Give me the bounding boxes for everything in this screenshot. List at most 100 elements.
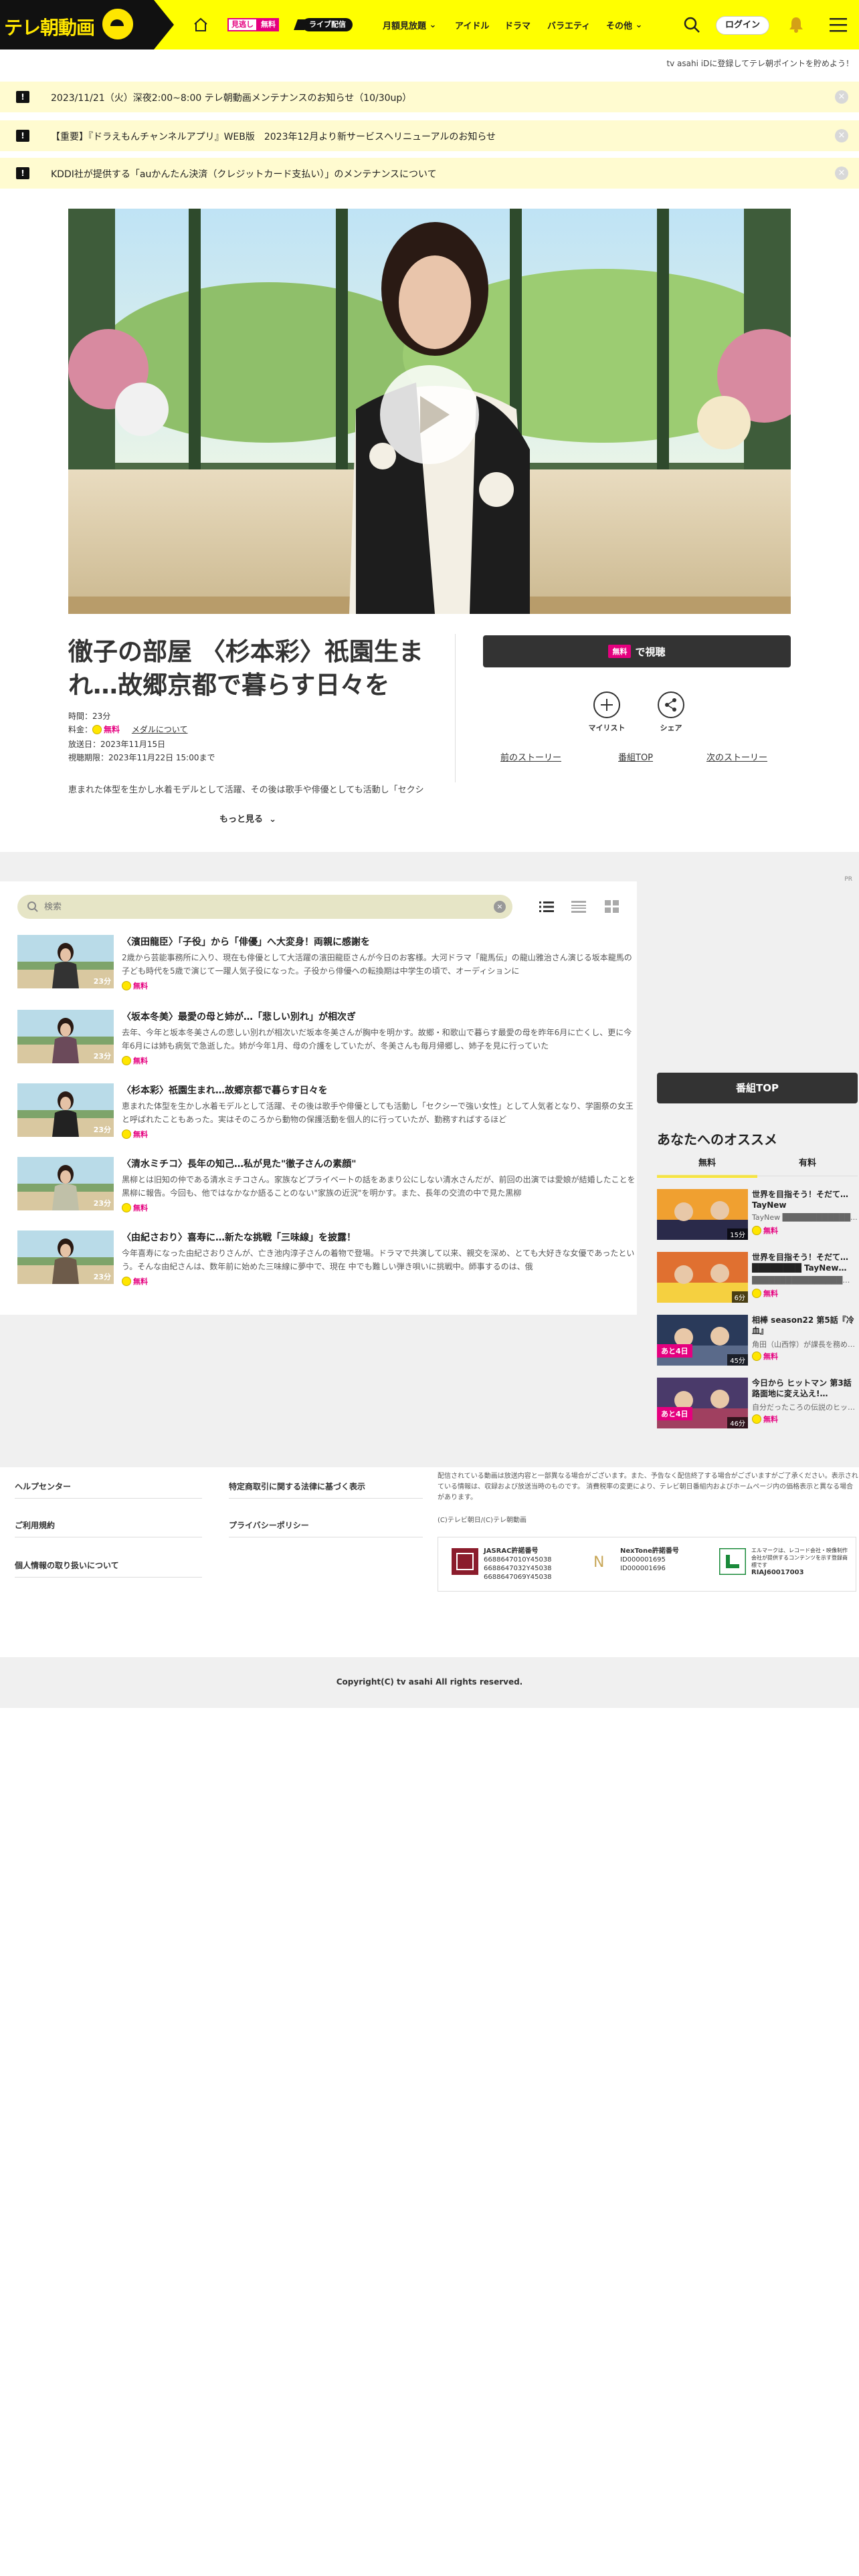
recommend-item[interactable]: あと4日 46分 今日から ヒットマン 第3話 路面地に変え込え!… 自分だったころの… [657,1378,858,1428]
recommend-fee: 無料 [752,1288,778,1299]
nav-subscription[interactable]: 月額見放題 ⌄ [383,0,436,49]
notice-banner[interactable]: ! 【重要】『ドラえもんチャンネルアプリ』WEB版 2023年12月より新サービ… [0,120,859,151]
episode-item-description: 恵まれた体型を生かし水着モデルとして活躍、その後は歌手や俳優としても活動し「セク… [122,1101,634,1124]
recommend-thumbnail[interactable]: 6分 [657,1252,748,1303]
episode-thumbnail[interactable]: 23分 [17,1010,114,1063]
recommend-thumbnail[interactable]: あと4日 46分 [657,1378,748,1428]
divider [455,634,456,782]
program-top-link[interactable]: 番組TOP [618,750,653,763]
grid-view-icon[interactable] [605,900,619,914]
episode-title: 徹子の部屋 〈杉本彩〉祇園生まれ…故郷京都で暮らす日々を [68,637,423,700]
recommend-description: TayNew ████████████... [752,1213,858,1222]
recommend-description: ████████████████… [752,1276,850,1285]
show-more-button[interactable]: もっと見る ⌄ [219,812,276,825]
coin-icon [752,1352,761,1361]
help-center-link[interactable]: ヘルプセンター [15,1481,71,1492]
program-top-button[interactable]: 番組TOP [657,1073,858,1103]
clear-icon[interactable]: × [494,901,506,913]
coin-icon [752,1414,761,1424]
tab-paid[interactable]: 有料 [757,1156,858,1175]
close-icon[interactable]: × [835,129,848,142]
nav-variety[interactable]: バラエティ [547,0,590,49]
recommend-title[interactable]: 相棒 season22 第5話『冷血』 [752,1315,858,1336]
episode-thumbnail[interactable]: 23分 [17,1083,114,1137]
episode-item-title[interactable]: 〈由紀さおり〉喜寿に…新たな挑戦「三味線」を披露！ [122,1230,356,1244]
recommend-duration: 6分 [731,1291,748,1303]
episode-search[interactable]: × [17,895,512,919]
disclaimer-text: 配信されている動画は放送内容と一部異なる場合がございます。また、予告なく配信終了… [438,1473,858,1501]
recommend-item[interactable]: 15分 世界を目指そう！そだて… TayNew ████████████ TayNe… [657,1189,858,1240]
episode-item-fee: 無料 [122,980,148,991]
nextone-logo-icon: N [588,1548,615,1575]
terms-link[interactable]: ご利用規約 [15,1519,55,1531]
bell-icon[interactable] [787,15,805,33]
close-icon[interactable]: × [835,90,848,104]
hamburger-menu-icon[interactable] [830,17,847,32]
list-view-icon[interactable] [539,900,554,914]
share-button[interactable]: シェア [648,691,694,733]
search-icon[interactable] [682,15,701,34]
coin-icon [122,1203,131,1212]
medal-info-link[interactable]: メダルについて [132,725,188,734]
privacy-policy-link[interactable]: プライバシーポリシー [229,1519,309,1531]
recommend-item[interactable]: あと4日 45分 相棒 season22 第5話『冷血』 角田（山西惇）が課長を務め…… [657,1315,858,1366]
jasrac-license: JASRAC許諾番号 6688647010Y45038 6688647032Y450… [445,1547,579,1584]
nav-other[interactable]: その他 ⌄ [606,0,642,49]
episode-list-item[interactable]: 23分 〈杉本彩〉祇園生まれ…故郷京都で暮らす日々を恵まれた体型を生かし水着モデル… [17,1083,634,1141]
coin-icon [122,1056,131,1065]
recommend-item[interactable]: 6分 世界を目指そう！そだて… ████████ TayNew… █████████… [657,1252,858,1303]
episode-list-item[interactable]: 23分 〈坂本冬美〉最愛の母と姉が…「悲しい別れ」が相次ぎ去年、今年と坂本冬美さん… [17,1010,632,1067]
nav-drama[interactable]: ドラマ [504,0,531,49]
episode-list-item[interactable]: 23分 〈濱田龍臣〉「子役」から「俳優」へ大変身！両親に感謝を 2歳から芸能事務所に… [17,935,632,992]
tv-asahi-id-promo[interactable]: tv asahi iDに登録してテレ朝ポイントを貯めよう！ [666,58,854,69]
mylist-button[interactable]: マイリスト [583,691,630,733]
notice-text[interactable]: KDDI社が提供する「auかんたん決済（クレジットカード支払い）」のメンテナンス… [51,167,437,181]
watch-free-button[interactable]: 無料 で視聴 [483,635,791,667]
episode-list-item[interactable]: 23分 〈清水ミチコ〉長年の知己…私が見た"徹子さんの素顔" 黒柳とは旧知の仲である… [17,1157,636,1214]
next-story-link[interactable]: 次のストーリー [706,750,767,763]
site-logo[interactable]: テレ朝動画 [0,0,174,49]
nav-idol[interactable]: アイドル [455,0,489,49]
missed-free-link[interactable]: 見逃し 無料 [227,18,279,31]
recommend-title[interactable]: 今日から ヒットマン 第3話 路面地に変え込え!… [752,1378,858,1399]
personal-info-link[interactable]: 個人情報の取り扱いについて [15,1560,119,1571]
video-player[interactable] [68,209,791,614]
recommend-title[interactable]: 世界を目指そう！そだて… ████████ TayNew… [752,1252,858,1273]
episode-item-title[interactable]: 〈坂本冬美〉最愛の母と姉が…「悲しい別れ」が相次ぎ [122,1010,356,1023]
recommend-thumbnail[interactable]: 15分 [657,1189,748,1240]
episode-item-title[interactable]: 〈濱田龍臣〉「子役」から「俳優」へ大変身！両親に感謝を [122,935,370,948]
recommend-heading: あなたへのオススメ [657,1132,777,1148]
commerce-law-link[interactable]: 特定商取引に関する法律に基づく表示 [229,1481,365,1492]
notice-icon: ! [16,91,29,103]
episode-air-date: 放送日：2023年11月15日 [68,740,166,749]
login-button[interactable]: ログイン [716,16,769,35]
episode-list-item[interactable]: 23分 〈由紀さおり〉喜寿に…新たな挑戦「三味線」を披露！ 今年喜寿になった由紀さお… [17,1230,634,1288]
episode-search-input[interactable] [44,900,472,914]
ad-label: PR [844,876,852,883]
detail-view-icon[interactable] [571,900,586,914]
live-link[interactable]: ライブ配信 [302,18,353,31]
prev-story-link[interactable]: 前のストーリー [500,750,561,763]
episode-item-description: 今年喜寿になった由紀さおりさんが、亡き池内淳子さんの着物で登場。ドラマで共演して… [122,1249,635,1271]
notice-text[interactable]: 【重要】『ドラえもんチャンネルアプリ』WEB版 2023年12月より新サービスへ… [51,130,496,143]
episode-item-description: 黒柳とは旧知の仲である清水ミチコさん。家族などプライベートの話をあまり公にしない… [122,1175,636,1198]
notice-banner[interactable]: ! KDDI社が提供する「auかんたん決済（クレジットカード支払い）」のメンテナ… [0,158,859,189]
notice-banner[interactable]: ! 2023/11/21（火）深夜2:00~8:00 テレ朝動画メンテナンスのお… [0,82,859,112]
episode-description: 恵まれた体型を生かし水着モデルとして活躍、その後は歌手や俳優としても活動し「セク… [68,785,424,795]
episode-thumbnail[interactable]: 23分 [17,935,114,988]
notice-text[interactable]: 2023/11/21（火）深夜2:00~8:00 テレ朝動画メンテナンスのお知ら… [51,91,411,104]
play-button[interactable] [380,365,479,464]
recommend-title[interactable]: 世界を目指そう！そだて… TayNew ████████████ [752,1189,858,1210]
divider [15,1577,202,1578]
home-icon[interactable] [193,17,209,33]
episode-item-description: 去年、今年と坂本冬美さんの悲しい別れが相次いだ坂本冬美さんが胸中を明かす。故郷・… [122,1028,632,1051]
close-icon[interactable]: × [835,167,848,180]
coin-icon [122,981,131,990]
episode-fee: 料金： 無料 メダルについて [68,725,188,734]
recommend-thumbnail[interactable]: あと4日 45分 [657,1315,748,1366]
episode-item-title[interactable]: 〈杉本彩〉祇園生まれ…故郷京都で暮らす日々を [122,1083,328,1097]
episode-thumbnail[interactable]: 23分 [17,1230,114,1284]
episode-thumbnail[interactable]: 23分 [17,1157,114,1210]
episode-item-title[interactable]: 〈清水ミチコ〉長年の知己…私が見た"徹子さんの素顔" [122,1157,357,1170]
tab-free[interactable]: 無料 [657,1156,757,1178]
